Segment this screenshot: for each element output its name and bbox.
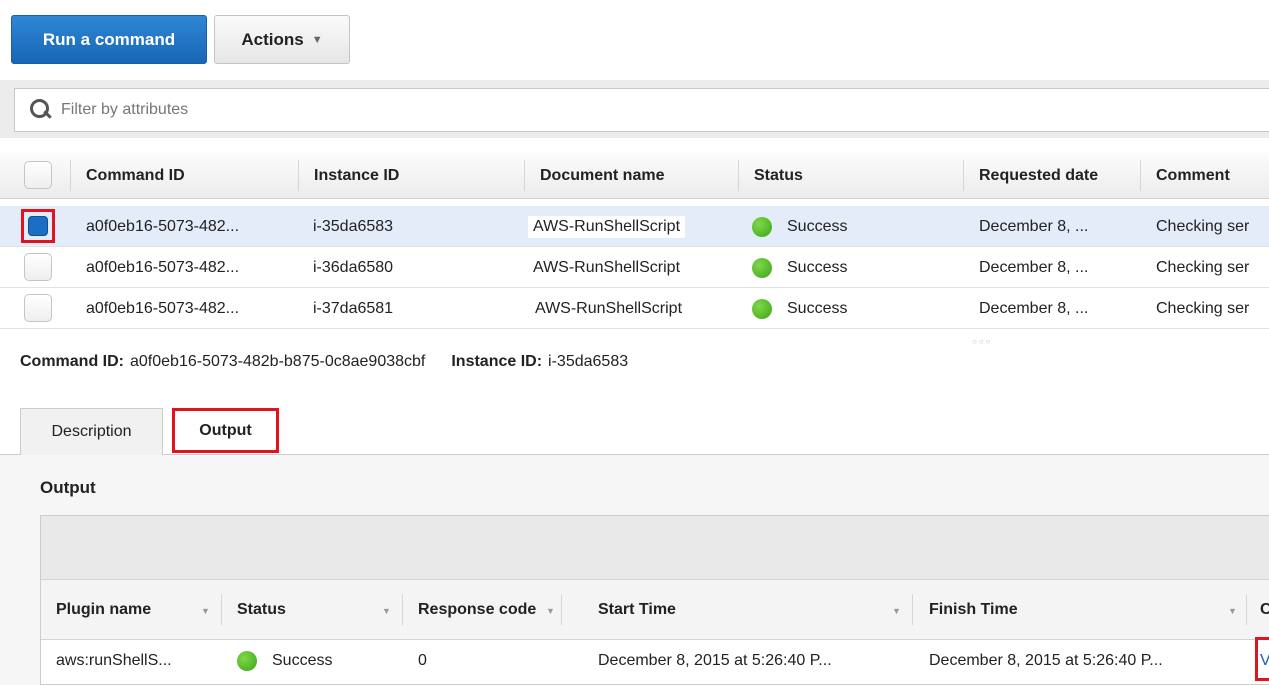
cell-comment: Checking ser bbox=[1156, 299, 1250, 317]
table-row[interactable]: a0f0eb16-5073-482... i-35da6583 AWS-RunS… bbox=[0, 206, 1269, 247]
col-status[interactable]: Status bbox=[237, 580, 286, 640]
cell-document-name: AWS-RunShellScript bbox=[528, 206, 686, 247]
tab-output[interactable]: Output bbox=[172, 408, 279, 453]
filter-input[interactable]: Filter by attributes bbox=[14, 88, 1269, 132]
instance-id-label: Instance ID: bbox=[451, 353, 543, 370]
cell-requested-date: December 8, ... bbox=[979, 217, 1089, 235]
row-checkbox[interactable] bbox=[24, 253, 52, 281]
row-checkbox[interactable] bbox=[24, 294, 52, 322]
cell-command-id: a0f0eb16-5073-482... bbox=[86, 258, 240, 276]
column-separator bbox=[221, 594, 222, 625]
sort-icon[interactable]: ▼ bbox=[382, 606, 391, 616]
output-row: aws:runShellS... Success 0 December 8, 2… bbox=[41, 640, 1269, 682]
filter-placeholder: Filter by attributes bbox=[61, 101, 189, 118]
sort-icon[interactable]: ▼ bbox=[546, 606, 555, 616]
command-id-value: a0f0eb16-5073-482b-b875-0c8ae9038cbf bbox=[130, 353, 426, 370]
document-name-text: AWS-RunShellScript bbox=[533, 258, 681, 276]
success-status-icon bbox=[752, 257, 772, 278]
selection-detail: Command ID: a0f0eb16-5073-482b-b875-0c8a… bbox=[20, 350, 628, 374]
output-table-toolbar bbox=[41, 516, 1269, 580]
actions-dropdown-button[interactable]: Actions ▼ bbox=[214, 15, 350, 64]
status-text: Success bbox=[787, 299, 848, 317]
cell-status: Success bbox=[752, 206, 847, 247]
cell-comment: Checking ser bbox=[1156, 217, 1250, 235]
cell-status: Success bbox=[752, 247, 847, 288]
output-table-header: Plugin name ▼ Status ▼ Response code ▼ S… bbox=[41, 580, 1269, 640]
sort-icon[interactable]: ▼ bbox=[1228, 606, 1237, 616]
cell-response-code: 0 bbox=[418, 652, 427, 669]
cell-start-time: December 8, 2015 at 5:26:40 P... bbox=[598, 652, 832, 669]
col-plugin-name[interactable]: Plugin name bbox=[56, 580, 151, 640]
col-finish-time[interactable]: Finish Time bbox=[929, 580, 1018, 640]
col-start-time[interactable]: Start Time bbox=[598, 580, 676, 640]
col-comment[interactable]: Comment bbox=[1140, 152, 1230, 199]
sort-icon[interactable]: ▼ bbox=[201, 606, 210, 616]
col-document-name[interactable]: Document name bbox=[524, 152, 664, 199]
sort-icon[interactable]: ▼ bbox=[892, 606, 901, 616]
success-status-icon bbox=[237, 651, 257, 671]
output-section-title: Output bbox=[40, 478, 96, 497]
cell-plugin-name: aws:runShellS... bbox=[56, 652, 172, 669]
select-all-checkbox[interactable] bbox=[24, 161, 52, 189]
cell-instance-id: i-36da6580 bbox=[313, 258, 394, 276]
table-row[interactable]: a0f0eb16-5073-482... i-36da6580 AWS-RunS… bbox=[0, 247, 1269, 288]
cell-document-name: AWS-RunShellScript bbox=[530, 288, 687, 329]
document-name-text: AWS-RunShellScript bbox=[535, 299, 683, 317]
cell-status: Success bbox=[752, 288, 847, 329]
chevron-down-icon: ▼ bbox=[311, 33, 323, 46]
run-command-label: Run a command bbox=[42, 29, 176, 49]
search-icon bbox=[29, 98, 53, 122]
cell-finish-time: December 8, 2015 at 5:26:40 P... bbox=[929, 652, 1163, 669]
actions-label: Actions bbox=[241, 29, 304, 49]
output-table: Plugin name ▼ Status ▼ Response code ▼ S… bbox=[40, 515, 1269, 685]
col-status[interactable]: Status bbox=[738, 152, 803, 199]
cell-comment: Checking ser bbox=[1156, 258, 1250, 276]
column-separator bbox=[912, 594, 913, 625]
col-instance-id[interactable]: Instance ID bbox=[298, 152, 399, 199]
document-name-text: AWS-RunShellScript bbox=[528, 215, 686, 238]
run-command-button[interactable]: Run a command bbox=[11, 15, 207, 64]
command-id-label: Command ID: bbox=[20, 353, 124, 370]
column-separator bbox=[561, 594, 562, 625]
highlight-box bbox=[1255, 637, 1269, 681]
cell-instance-id: i-37da6581 bbox=[313, 299, 394, 317]
column-separator bbox=[1246, 594, 1247, 625]
instance-id-value: i-35da6583 bbox=[548, 353, 629, 370]
cell-requested-date: December 8, ... bbox=[979, 299, 1089, 317]
success-status-icon bbox=[752, 216, 772, 237]
cell-status: Success bbox=[237, 640, 332, 682]
col-output[interactable]: C bbox=[1260, 580, 1269, 640]
success-status-icon bbox=[752, 298, 772, 319]
column-separator bbox=[402, 594, 403, 625]
cell-requested-date: December 8, ... bbox=[979, 258, 1089, 276]
col-response-code[interactable]: Response code bbox=[418, 580, 543, 640]
commands-table-header: Command ID Instance ID Document name Sta… bbox=[0, 152, 1269, 199]
tab-underline bbox=[0, 454, 1269, 455]
status-text: Success bbox=[272, 652, 333, 669]
status-text: Success bbox=[787, 217, 848, 235]
cell-document-name: AWS-RunShellScript bbox=[528, 247, 685, 288]
toolbar: Run a command Actions ▼ bbox=[0, 0, 1269, 80]
tab-description[interactable]: Description bbox=[20, 408, 163, 455]
highlight-box bbox=[21, 209, 55, 243]
cell-instance-id: i-35da6583 bbox=[313, 217, 394, 235]
col-command-id[interactable]: Command ID bbox=[70, 152, 185, 199]
cell-command-id: a0f0eb16-5073-482... bbox=[86, 299, 240, 317]
resize-handle-icon[interactable]: ○○○ bbox=[972, 337, 993, 346]
status-text: Success bbox=[787, 258, 848, 276]
col-requested-date[interactable]: Requested date bbox=[963, 152, 1098, 199]
table-row[interactable]: a0f0eb16-5073-482... i-37da6581 AWS-RunS… bbox=[0, 288, 1269, 329]
cell-command-id: a0f0eb16-5073-482... bbox=[86, 217, 240, 235]
